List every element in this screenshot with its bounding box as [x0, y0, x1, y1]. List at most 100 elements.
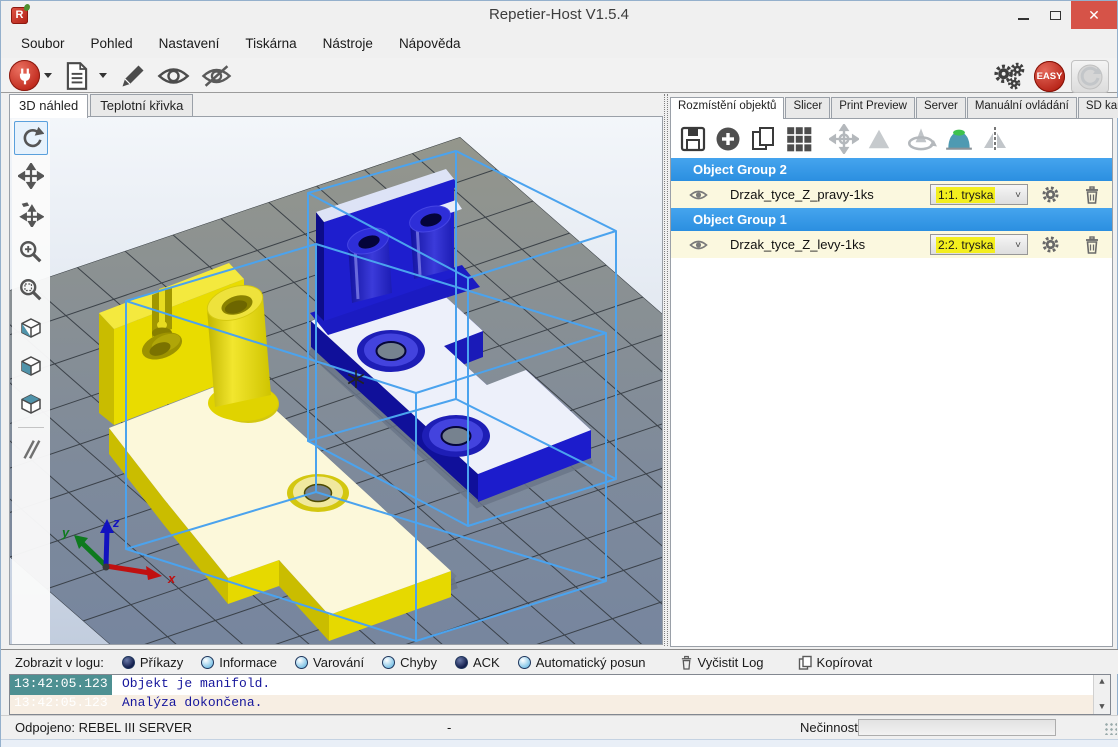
zoom-in-button[interactable]: [14, 235, 48, 269]
load-file-button[interactable]: [64, 61, 90, 91]
menu-soubor[interactable]: Soubor: [21, 36, 65, 51]
zoom-in-icon: [18, 239, 44, 265]
maximize-button[interactable]: [1039, 1, 1071, 29]
settings-gears-icon[interactable]: [992, 61, 1028, 93]
view-tabs: 3D náhled Teplotní křivka: [9, 94, 195, 117]
rotate-view-icon: [18, 125, 44, 151]
eye-icon: [157, 64, 190, 88]
copy-log-label: Kopírovat: [817, 655, 873, 670]
copy-icon: [798, 655, 812, 670]
reset-circle-icon: [1076, 63, 1104, 91]
axis-label-y: y: [61, 525, 70, 540]
zoom-fit-button[interactable]: [14, 273, 48, 307]
right-panel: Rozmístění objektů Slicer Print Preview …: [670, 97, 1113, 647]
minimize-icon: [1018, 18, 1029, 20]
move-view-button[interactable]: [14, 159, 48, 193]
delete-trash-icon[interactable]: [1083, 185, 1101, 204]
log-message: Objekt je manifold.: [122, 676, 270, 691]
close-icon: ✕: [1088, 7, 1100, 24]
extruder-select[interactable]: 1:1. tryska ˅: [930, 184, 1028, 205]
clear-log-label: Vyčistit Log: [698, 655, 764, 670]
tab-3d-nahled[interactable]: 3D náhled: [9, 94, 88, 118]
object-toolbar: [671, 119, 1112, 158]
easy-mode-button[interactable]: EASY: [1034, 61, 1065, 92]
save-icon[interactable]: [679, 125, 707, 153]
isometric-view-button[interactable]: [14, 311, 48, 345]
tab-manualni-ovladani[interactable]: Manuální ovládání: [967, 97, 1077, 118]
clear-log-button[interactable]: Vyčistit Log: [680, 655, 764, 670]
tab-teplotni-krivka[interactable]: Teplotní křivka: [90, 94, 193, 117]
panel-splitter[interactable]: [664, 94, 668, 646]
cut-object-icon[interactable]: [944, 125, 974, 153]
emergency-stop-button[interactable]: [1071, 60, 1109, 93]
object-group-header[interactable]: Object Group 2: [671, 158, 1112, 181]
copy-log-button[interactable]: Kopírovat: [798, 655, 873, 670]
load-dropdown-arrow[interactable]: [99, 73, 107, 78]
extruder-number: 1:: [936, 187, 948, 203]
status-center: -: [447, 720, 451, 735]
visibility-eye-icon[interactable]: [689, 238, 708, 252]
center-object-icon[interactable]: [829, 124, 859, 154]
log-output[interactable]: 13:42:05.123 Objekt je manifold. 13:42:0…: [9, 674, 1111, 715]
move-icon: [18, 163, 44, 189]
object-row[interactable]: Drzak_tyce_Z_pravy-1ks 1:1. tryska ˅: [671, 181, 1112, 208]
axis-label-z: z: [112, 515, 120, 530]
object-settings-gear-icon[interactable]: [1041, 235, 1060, 254]
move-object-button[interactable]: [14, 197, 48, 231]
filter-informace[interactable]: Informace: [201, 655, 277, 670]
close-button[interactable]: ✕: [1071, 1, 1117, 29]
minimize-button[interactable]: [1007, 1, 1039, 29]
rotate-view-button[interactable]: [14, 121, 48, 155]
delete-trash-icon[interactable]: [1083, 235, 1101, 254]
scroll-down-icon[interactable]: ▼: [1099, 702, 1104, 712]
menu-napoveda[interactable]: Nápověda: [399, 36, 461, 51]
filter-label: Chyby: [400, 655, 437, 670]
parallel-projection-button[interactable]: [14, 432, 48, 466]
object-settings-gear-icon[interactable]: [1041, 185, 1060, 204]
filter-prikazy[interactable]: Příkazy: [122, 655, 183, 670]
filter-label: Informace: [219, 655, 277, 670]
toggle-dot-icon: [455, 656, 468, 669]
toggle-dot-icon: [201, 656, 214, 669]
log-time: 13:42:05.123: [14, 676, 108, 691]
scroll-up-icon[interactable]: ▲: [1099, 677, 1104, 687]
menu-nastaveni[interactable]: Nastavení: [159, 36, 220, 51]
object-group-header[interactable]: Object Group 1: [671, 208, 1112, 231]
menu-pohled[interactable]: Pohled: [91, 36, 133, 51]
mirror-object-icon[interactable]: [981, 125, 1009, 153]
rotate-object-icon[interactable]: [905, 124, 937, 154]
object-row[interactable]: Drzak_tyce_Z_levy-1ks 2:2. tryska ˅: [671, 231, 1112, 258]
connect-dropdown-arrow[interactable]: [44, 73, 52, 78]
top-view-button[interactable]: [14, 387, 48, 421]
tab-print-preview[interactable]: Print Preview: [831, 97, 915, 118]
object-name: Drzak_tyce_Z_levy-1ks: [730, 237, 865, 252]
menu-nastroje[interactable]: Nástroje: [323, 36, 373, 51]
edit-button[interactable]: [119, 62, 147, 90]
tab-slicer[interactable]: Slicer: [785, 97, 830, 118]
show-filament-button[interactable]: [157, 64, 190, 88]
copy-object-icon[interactable]: [749, 125, 777, 153]
autoposition-icon[interactable]: [784, 124, 814, 154]
tab-rozmisteni-objektu[interactable]: Rozmístění objektů: [670, 97, 784, 119]
add-object-icon[interactable]: [714, 125, 742, 153]
filter-automaticky-posun[interactable]: Automatický posun: [518, 655, 646, 670]
hide-travel-button[interactable]: [200, 64, 233, 88]
eye-slash-icon: [200, 64, 233, 88]
extruder-select[interactable]: 2:2. tryska ˅: [930, 234, 1028, 255]
filter-ack[interactable]: ACK: [455, 655, 500, 670]
resize-grip[interactable]: [1104, 722, 1117, 735]
viewport-3d[interactable]: x y z: [9, 116, 663, 645]
connect-button[interactable]: [9, 60, 40, 91]
filter-label: Příkazy: [140, 655, 183, 670]
tab-server[interactable]: Server: [916, 97, 966, 118]
filter-varovani[interactable]: Varování: [295, 655, 364, 670]
menu-tiskarna[interactable]: Tiskárna: [245, 36, 296, 51]
scale-object-icon[interactable]: [866, 125, 892, 153]
front-view-button[interactable]: [14, 349, 48, 383]
tab-sd-karta[interactable]: SD karta: [1078, 97, 1118, 118]
filter-chyby[interactable]: Chyby: [382, 655, 437, 670]
log-scrollbar[interactable]: ▲ ▼: [1093, 675, 1110, 714]
visibility-eye-icon[interactable]: [689, 188, 708, 202]
main-toolbar: EASY: [1, 58, 1117, 93]
status-bar: Odpojeno: REBEL III SERVER - Nečinnost.: [1, 715, 1118, 739]
